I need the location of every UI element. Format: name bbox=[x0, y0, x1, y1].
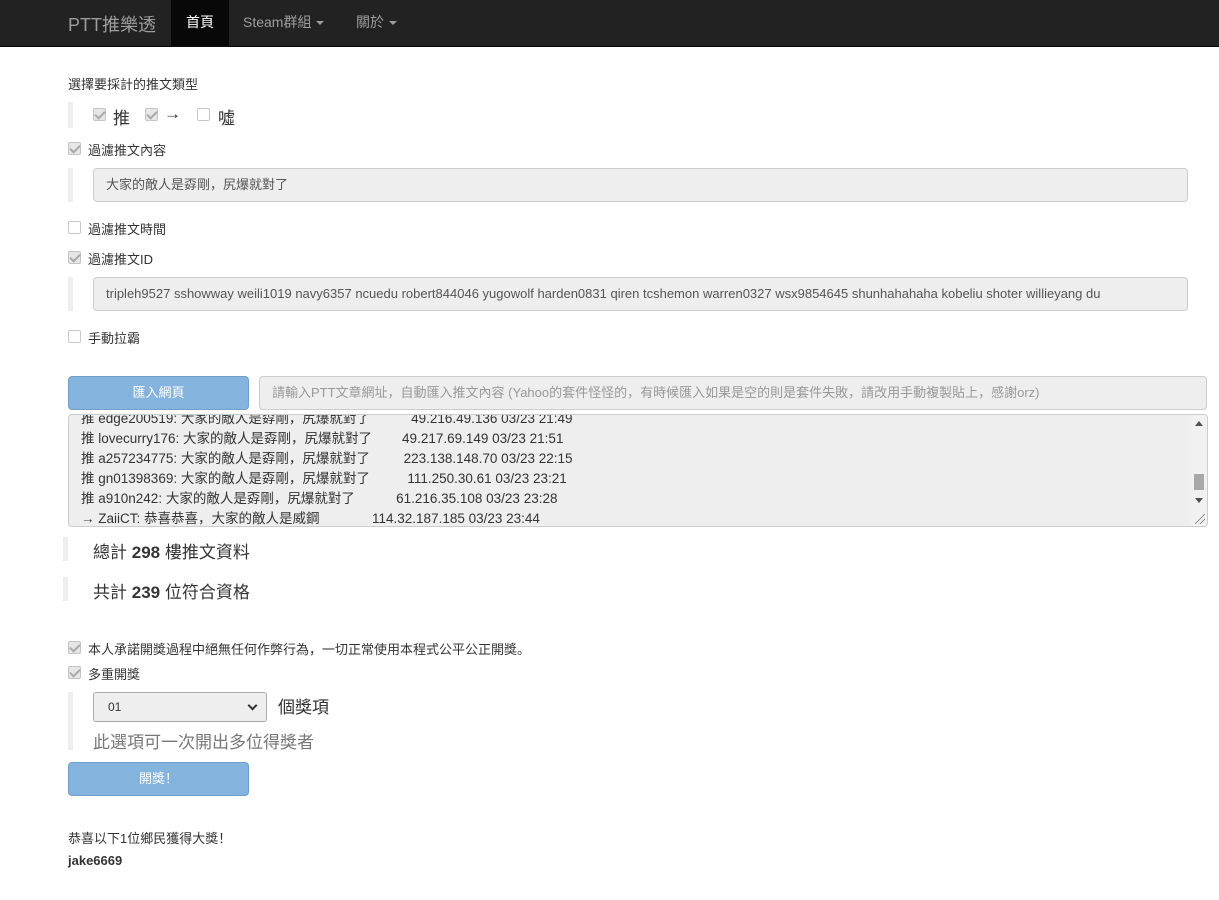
caret-down-icon bbox=[389, 21, 397, 26]
qualified-prefix: 共計 bbox=[93, 583, 127, 602]
qualified-stat: 共計 239 位符合資格 bbox=[93, 578, 250, 603]
draw-button[interactable]: 開獎！ bbox=[68, 762, 249, 796]
nav-about-label: 關於 bbox=[356, 14, 384, 30]
blockquote-bar bbox=[68, 692, 73, 750]
pushes-list: 推 edge200519: 大家的敵人是孬剛，尻爆就對了 49.216.49.1… bbox=[81, 414, 573, 526]
nav-home[interactable]: 首頁 bbox=[171, 0, 229, 47]
id-filter-input[interactable]: tripleh9527 sshowway weili1019 navy6357 … bbox=[93, 277, 1188, 311]
type-arrow-label: → bbox=[164, 104, 181, 123]
winner-name: jake6669 bbox=[68, 853, 123, 868]
textarea-scrollbar[interactable] bbox=[1190, 415, 1207, 526]
push-line: → ZaiiCT: 恭喜恭喜，大家的敵人是威鋼 114.32.187.185 0… bbox=[81, 511, 540, 526]
push-line: 推 edge200519: 大家的敵人是孬剛，尻爆就對了 49.216.49.1… bbox=[81, 414, 573, 426]
push-line: 推 lovecurry176: 大家的敵人是孬剛，尻爆就對了 49.217.69… bbox=[81, 431, 564, 446]
scroll-up-icon[interactable] bbox=[1195, 421, 1203, 426]
manual-checkbox[interactable] bbox=[68, 330, 81, 343]
pushes-textarea[interactable]: 推 edge200519: 大家的敵人是孬剛，尻爆就對了 49.216.49.1… bbox=[68, 414, 1208, 527]
blockquote-bar bbox=[63, 537, 68, 561]
time-filter-checkbox[interactable] bbox=[68, 221, 81, 234]
navbar: PTT推樂透 首頁 Steam群組 關於 bbox=[0, 0, 1219, 47]
type-heading: 選擇要採計的推文類型 bbox=[68, 77, 199, 92]
multi-draw-label: 多重開獎 bbox=[88, 667, 141, 682]
type-push-label: 推 bbox=[113, 109, 130, 128]
total-suffix: 樓推文資料 bbox=[164, 543, 250, 562]
chevron-down-icon bbox=[247, 700, 258, 711]
blockquote-bar bbox=[68, 102, 73, 128]
prize-suffix: 個獎項 bbox=[278, 698, 329, 717]
prize-count-value: 01 bbox=[108, 700, 122, 714]
push-line: 推 gn01398369: 大家的敵人是孬剛，尻爆就對了 111.250.30.… bbox=[81, 471, 567, 486]
prize-count-select[interactable]: 01 bbox=[93, 692, 267, 722]
nav-about-dropdown[interactable]: 關於 bbox=[356, 0, 397, 47]
scroll-thumb[interactable] bbox=[1194, 474, 1204, 490]
total-prefix: 總計 bbox=[93, 543, 127, 562]
type-arrow-checkbox[interactable] bbox=[145, 108, 158, 121]
nav-steam-label: Steam群組 bbox=[243, 14, 312, 30]
push-line: 推 a257234775: 大家的敵人是孬剛，尻爆就對了 223.138.148… bbox=[81, 451, 573, 466]
qualified-suffix: 位符合資格 bbox=[164, 583, 250, 602]
manual-label: 手動拉霸 bbox=[88, 331, 141, 346]
resize-handle-icon[interactable] bbox=[1195, 514, 1205, 524]
content-filter-input[interactable]: 大家的敵人是孬剛，尻爆就對了 bbox=[93, 168, 1188, 202]
nav-steam-dropdown[interactable]: Steam群組 bbox=[243, 0, 325, 47]
blockquote-bar bbox=[68, 277, 73, 311]
caret-down-icon bbox=[316, 21, 325, 26]
blockquote-bar bbox=[68, 168, 73, 202]
id-filter-checkbox[interactable] bbox=[68, 251, 81, 264]
multi-draw-hint: 此選項可一次開出多位得獎者 bbox=[93, 733, 314, 752]
pledge-checkbox[interactable] bbox=[68, 641, 81, 654]
type-boo-label: 噓 bbox=[218, 109, 235, 128]
id-filter-label: 過濾推文ID bbox=[88, 252, 154, 267]
result-message: 恭喜以下1位鄉民獲得大獎！ bbox=[68, 831, 232, 846]
content-filter-checkbox[interactable] bbox=[68, 142, 81, 155]
scroll-down-icon[interactable] bbox=[1195, 498, 1203, 503]
time-filter-label: 過濾推文時間 bbox=[88, 222, 167, 237]
type-boo-checkbox[interactable] bbox=[197, 108, 210, 121]
total-count: 298 bbox=[131, 543, 161, 562]
type-push-checkbox[interactable] bbox=[93, 108, 106, 121]
pledge-label: 本人承諾開獎過程中絕無任何作弊行為，一切正常使用本程式公平公正開獎。 bbox=[88, 642, 531, 657]
import-button[interactable]: 匯入網頁 bbox=[68, 376, 249, 410]
content-filter-label: 過濾推文內容 bbox=[88, 143, 167, 158]
total-stat: 總計 298 樓推文資料 bbox=[93, 538, 250, 563]
multi-draw-checkbox[interactable] bbox=[68, 666, 81, 679]
qualified-count: 239 bbox=[131, 583, 161, 602]
push-line: 推 a910n242: 大家的敵人是孬剛，尻爆就對了 61.216.35.108… bbox=[81, 491, 558, 506]
url-input[interactable]: 請輸入PTT文章網址，自動匯入推文內容 (Yahoo的套件怪怪的，有時候匯入如果… bbox=[259, 376, 1207, 410]
blockquote-bar bbox=[63, 577, 68, 601]
brand-link[interactable]: PTT推樂透 bbox=[68, 11, 156, 37]
